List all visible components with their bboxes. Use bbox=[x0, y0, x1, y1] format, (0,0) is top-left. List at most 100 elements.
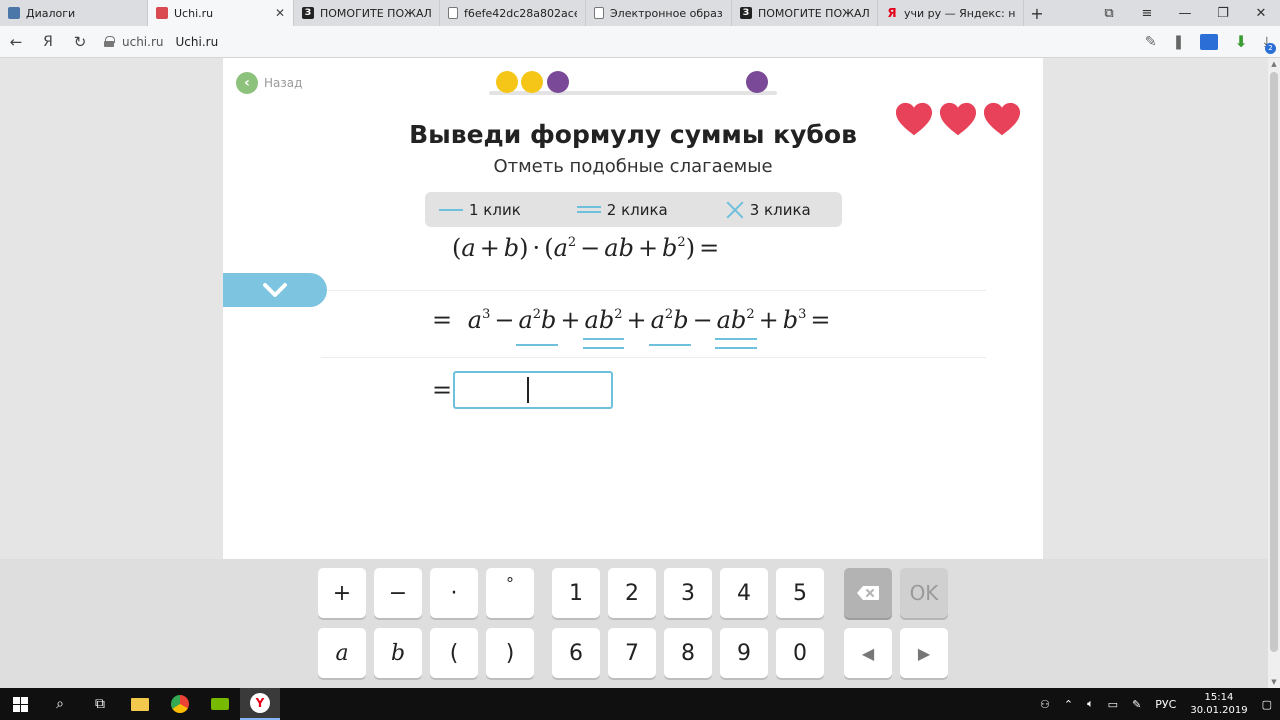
volume-icon[interactable]: 🔈︎ bbox=[1087, 697, 1094, 711]
key-multiply[interactable]: · bbox=[430, 568, 478, 618]
start-button[interactable] bbox=[0, 688, 40, 720]
taskbar-chrome[interactable] bbox=[160, 688, 200, 720]
input-language[interactable]: РУС bbox=[1155, 698, 1176, 711]
tray-expand-icon[interactable]: ⌃ bbox=[1064, 698, 1073, 711]
tab-yandex-search[interactable]: Я учи ру — Яндекс: нашл bbox=[878, 0, 1024, 26]
key-9[interactable]: 9 bbox=[720, 628, 768, 678]
chevron-left-icon: ‹ bbox=[236, 72, 258, 94]
chevron-down-icon bbox=[263, 283, 287, 297]
tab-uchi[interactable]: Uchi.ru ✕ bbox=[148, 0, 294, 26]
folder-icon bbox=[131, 697, 149, 711]
key-a[interactable]: a bbox=[318, 628, 366, 678]
divider bbox=[321, 357, 986, 358]
nvidia-icon bbox=[211, 698, 229, 710]
windows-icon bbox=[12, 696, 28, 712]
key-5[interactable]: 5 bbox=[776, 568, 824, 618]
term-ab2-marked-double[interactable]: ab2 bbox=[582, 306, 625, 349]
scrollbar-thumb[interactable] bbox=[1270, 72, 1278, 652]
menu-icon[interactable]: ≡ bbox=[1128, 6, 1166, 21]
tab-dialogs[interactable]: Диалоги bbox=[0, 0, 148, 26]
term-a3[interactable]: a3 bbox=[468, 306, 491, 336]
term-a2b-marked-single[interactable]: a2b bbox=[648, 306, 691, 346]
key-open-paren[interactable]: ( bbox=[430, 628, 478, 678]
given-expression: (a + b) · (a2− ab + b2) = bbox=[452, 234, 720, 262]
answer-input[interactable] bbox=[453, 371, 613, 409]
back-arrow-icon[interactable]: ← bbox=[0, 33, 32, 51]
bookmark-icon[interactable]: ❚ bbox=[1173, 34, 1185, 50]
key-power[interactable]: ° bbox=[486, 568, 534, 618]
back-link[interactable]: ‹ Назад bbox=[236, 72, 302, 94]
term-b3[interactable]: b3 bbox=[783, 306, 807, 336]
search-icon[interactable]: ⌕ bbox=[40, 688, 80, 720]
scroll-down-icon[interactable]: ▼ bbox=[1268, 678, 1280, 686]
progress-dot bbox=[547, 71, 569, 93]
collapse-toggle[interactable] bbox=[223, 273, 327, 307]
close-tab-icon[interactable]: ✕ bbox=[275, 6, 285, 20]
legend-item-cross: 3 клика bbox=[726, 201, 811, 219]
backspace-icon bbox=[857, 586, 879, 600]
url-title[interactable]: Uchi.ru bbox=[176, 35, 219, 49]
legend-label: 3 клика bbox=[749, 200, 811, 219]
tab-znanija-2[interactable]: З ПОМОГИТЕ ПОЖАЛУЙ bbox=[732, 0, 878, 26]
new-tab-button[interactable]: + bbox=[1024, 0, 1050, 26]
downloads-icon[interactable]: ⤓ 2 bbox=[1264, 34, 1276, 54]
task-view-icon[interactable]: ⧉ bbox=[80, 688, 120, 720]
key-close-paren[interactable]: ) bbox=[486, 628, 534, 678]
protect-icon[interactable]: ✎ bbox=[1145, 34, 1157, 50]
cross-icon bbox=[726, 201, 744, 219]
reload-icon[interactable]: ↻ bbox=[64, 33, 96, 51]
tab-manager-icon[interactable]: ⧉ bbox=[1090, 6, 1128, 21]
key-6[interactable]: 6 bbox=[552, 628, 600, 678]
key-2[interactable]: 2 bbox=[608, 568, 656, 618]
term-ab2-marked-double[interactable]: ab2 bbox=[714, 306, 757, 349]
extension-icon[interactable] bbox=[1200, 33, 1219, 50]
clock[interactable]: 15:14 30.01.2019 bbox=[1190, 691, 1247, 717]
key-3[interactable]: 3 bbox=[664, 568, 712, 618]
backspace-button[interactable] bbox=[844, 568, 892, 618]
network-icon[interactable]: ▭ bbox=[1108, 698, 1118, 711]
url-domain[interactable]: uchi.ru bbox=[122, 35, 164, 49]
tab-education[interactable]: Электронное образова bbox=[586, 0, 732, 26]
double-underline-icon bbox=[576, 206, 601, 213]
document-icon bbox=[448, 7, 458, 19]
page-scrollbar[interactable]: ▲ ▼ bbox=[1268, 58, 1280, 688]
tab-label: Uchi.ru bbox=[174, 6, 214, 20]
cursor-left-button[interactable]: ◀ bbox=[844, 628, 892, 678]
download-extension-icon[interactable]: ⬇ bbox=[1234, 32, 1247, 51]
legend-label: 1 клик bbox=[469, 200, 521, 219]
restore-icon[interactable]: ❐ bbox=[1204, 6, 1242, 21]
znanija-icon: З bbox=[302, 7, 314, 19]
math-keyboard: + − · ° 1 2 3 4 5 OK a b ( ) 6 7 8 9 0 ◀… bbox=[0, 559, 1268, 688]
yandex-home-icon[interactable]: Я bbox=[32, 34, 64, 50]
key-1[interactable]: 1 bbox=[552, 568, 600, 618]
window-controls: ⧉ ≡ — ❐ ✕ bbox=[1090, 0, 1280, 26]
lesson-card: ‹ Назад Выведи формулу суммы кубов Отмет… bbox=[223, 58, 1043, 633]
key-4[interactable]: 4 bbox=[720, 568, 768, 618]
key-8[interactable]: 8 bbox=[664, 628, 712, 678]
tab-znanija-1[interactable]: З ПОМОГИТЕ ПОЖАЛУЙ bbox=[294, 0, 440, 26]
lock-icon[interactable] bbox=[104, 36, 115, 47]
cursor-right-button[interactable]: ▶ bbox=[900, 628, 948, 678]
key-7[interactable]: 7 bbox=[608, 628, 656, 678]
taskbar-yandex-browser[interactable]: Y bbox=[240, 688, 280, 720]
windows-taskbar: ⌕ ⧉ Y ⚇ ⌃ 🔈︎ ▭ ✎ РУС 15:14 30.01.2019 ▢ bbox=[0, 688, 1280, 720]
tab-image[interactable]: f6efe42dc28a802ace50f4 bbox=[440, 0, 586, 26]
minimize-icon[interactable]: — bbox=[1166, 6, 1204, 21]
people-icon[interactable]: ⚇ bbox=[1040, 698, 1050, 711]
scroll-up-icon[interactable]: ▲ bbox=[1268, 60, 1280, 68]
click-legend: 1 клик 2 клика 3 клика bbox=[425, 192, 842, 227]
edit-icon[interactable]: ✎ bbox=[1132, 698, 1141, 711]
taskbar-explorer[interactable] bbox=[120, 688, 160, 720]
ok-button[interactable]: OK bbox=[900, 568, 948, 618]
term-a2b-marked-single[interactable]: a2b bbox=[516, 306, 559, 346]
key-0[interactable]: 0 bbox=[776, 628, 824, 678]
taskbar-nvidia[interactable] bbox=[200, 688, 240, 720]
close-window-icon[interactable]: ✕ bbox=[1242, 6, 1280, 21]
notifications-icon[interactable]: ▢ bbox=[1262, 698, 1272, 711]
key-minus[interactable]: − bbox=[374, 568, 422, 618]
key-plus[interactable]: + bbox=[318, 568, 366, 618]
address-bar-actions: ✎ ❚ ⬇ ⤓ 2 bbox=[1145, 32, 1280, 54]
key-b[interactable]: b bbox=[374, 628, 422, 678]
progress-dot bbox=[521, 71, 543, 93]
single-underline-icon bbox=[439, 208, 463, 211]
